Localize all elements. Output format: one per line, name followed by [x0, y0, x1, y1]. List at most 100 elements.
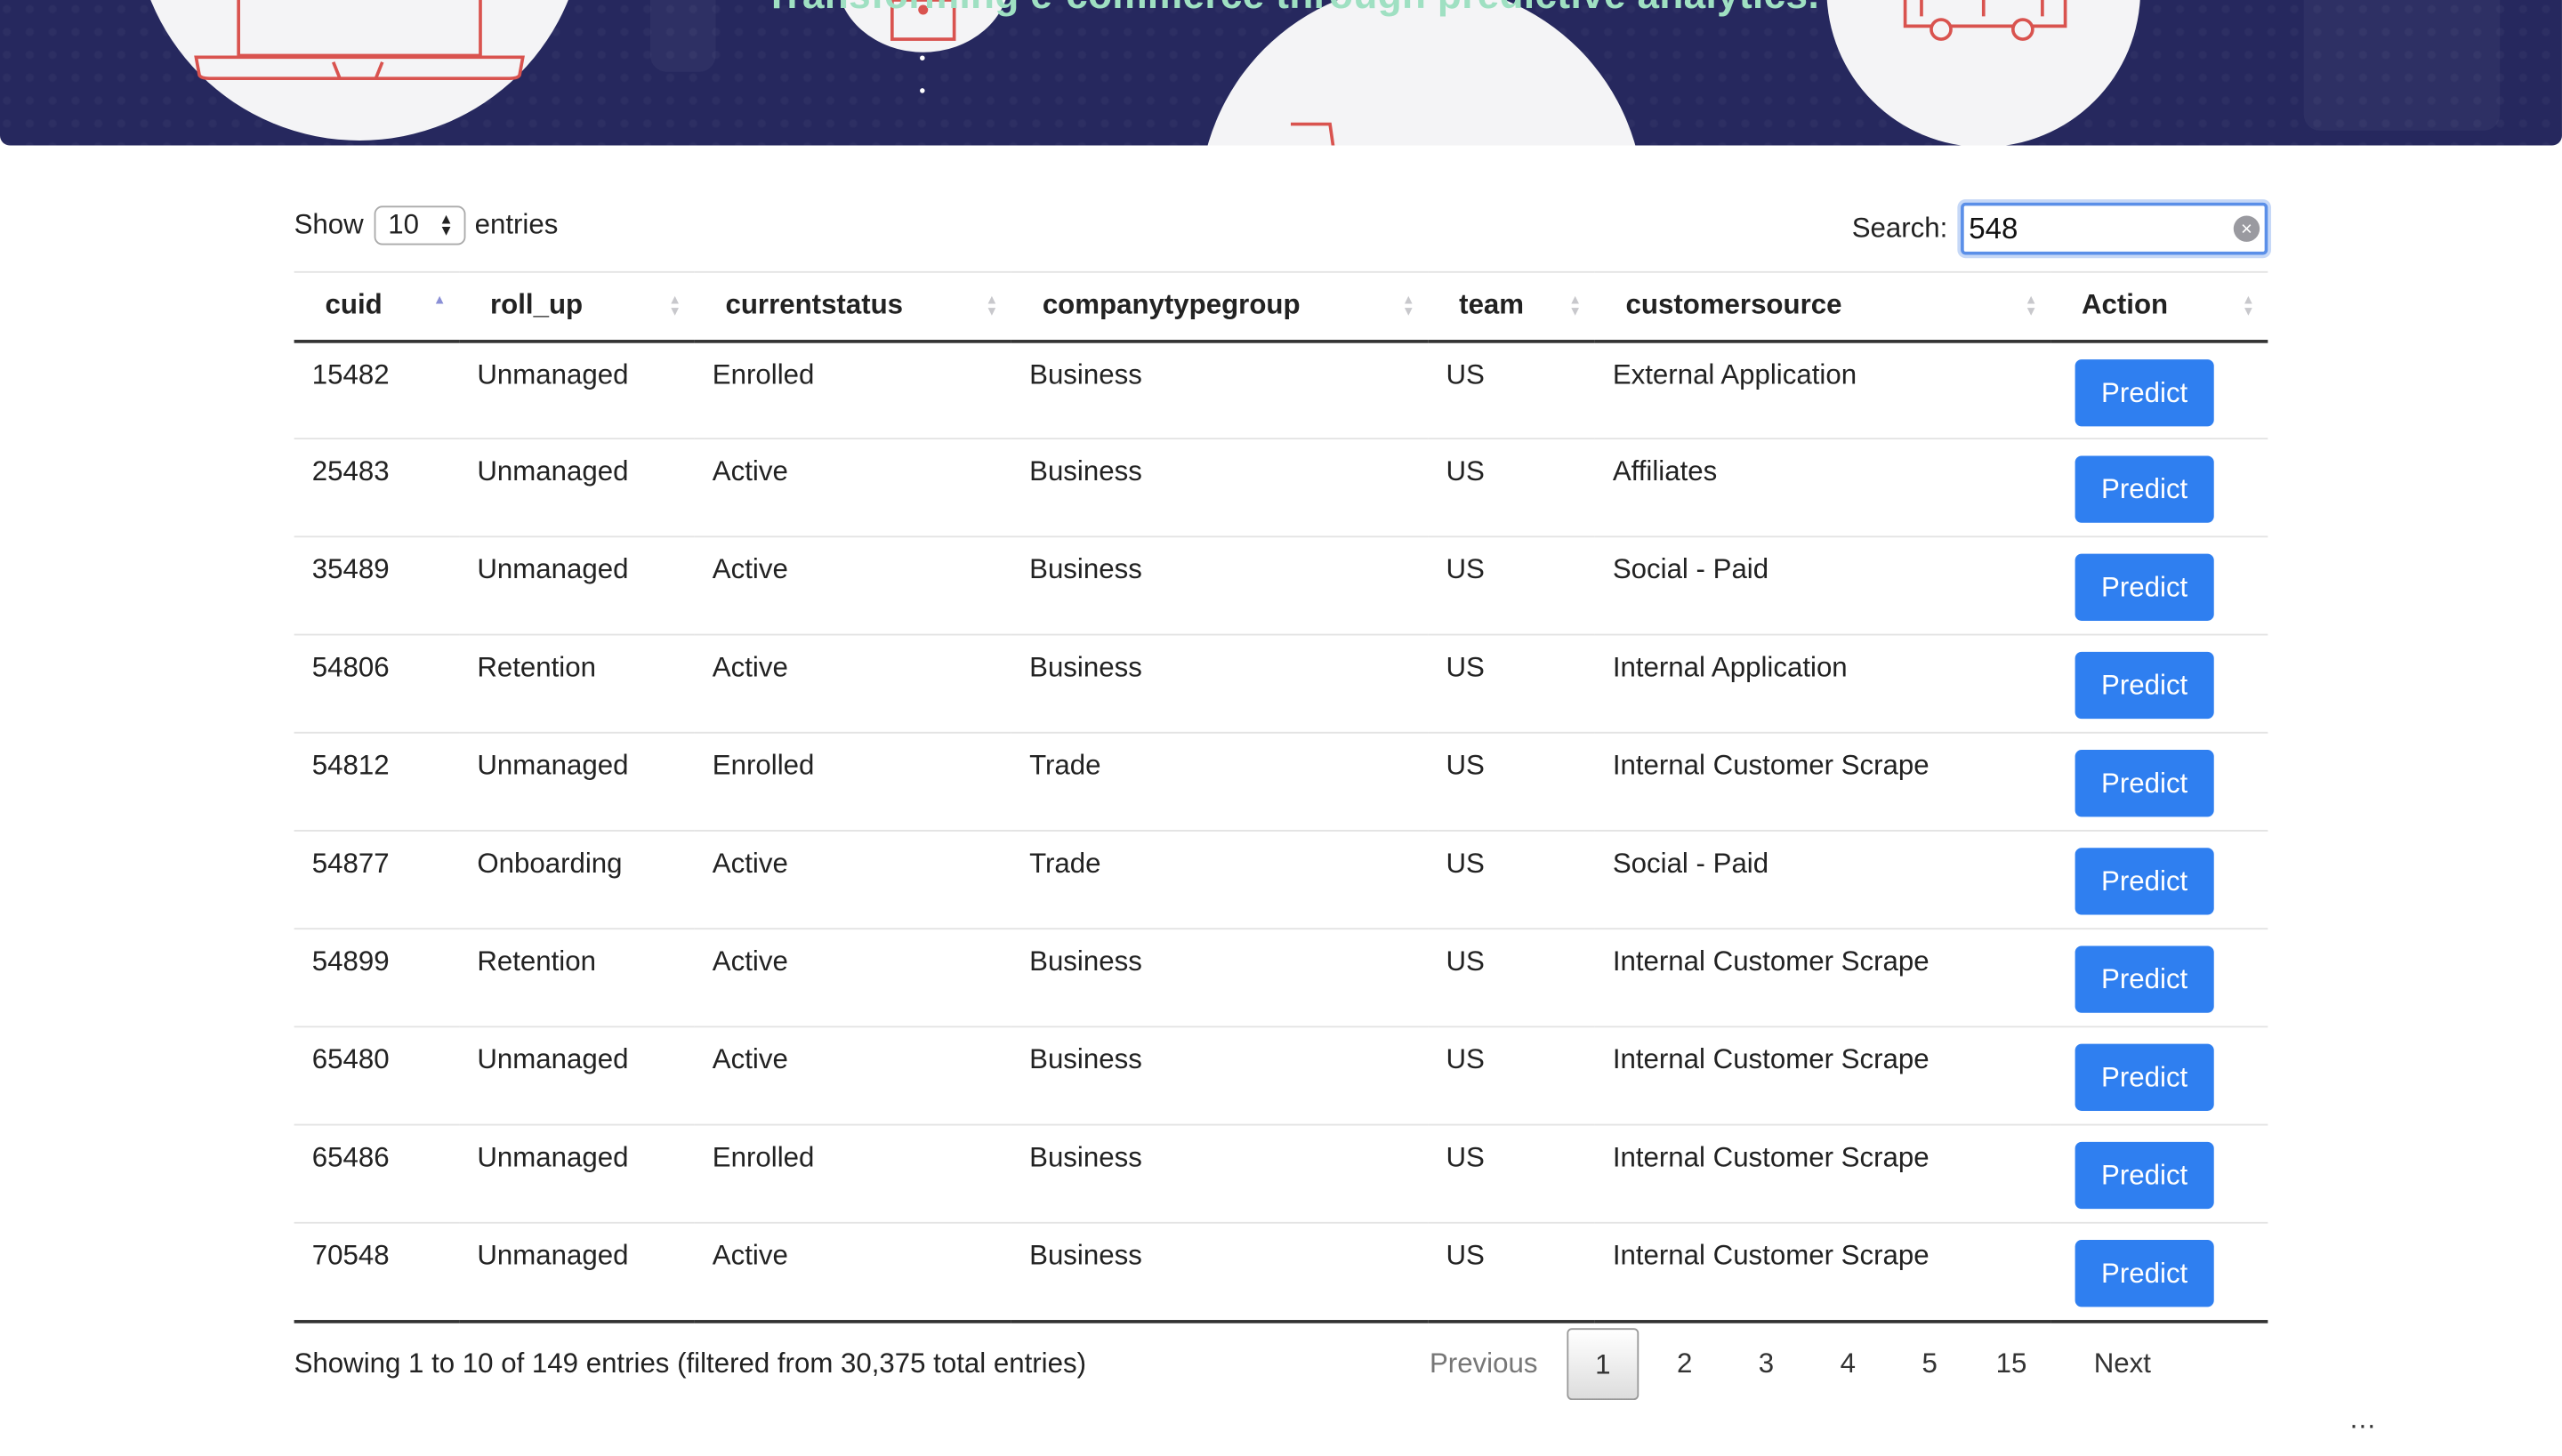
cell-action: Predict — [2050, 1124, 2268, 1224]
cell-customersource: Internal Customer Scrape — [1594, 1026, 2051, 1126]
sort-icon: ▲▼ — [985, 292, 999, 319]
column-header-cuid[interactable]: cuid ▲▼ — [294, 270, 460, 342]
cell-companytypegroup: Business — [1011, 438, 1429, 538]
page-button-current[interactable]: 1 — [1567, 1328, 1640, 1401]
predict-button[interactable]: Predict — [2075, 358, 2214, 426]
sort-icon: ▲▼ — [432, 292, 447, 308]
cell-currentstatus: Enrolled — [694, 340, 1011, 440]
cell-action: Predict — [2050, 536, 2268, 636]
cell-roll_up: Unmanaged — [459, 340, 695, 440]
pagination: Previous 1 2 3 4 5 … 15 Next — [1406, 1328, 2376, 1435]
cell-roll_up: Retention — [459, 634, 695, 734]
cell-action: Predict — [2050, 929, 2268, 1028]
predict-button[interactable]: Predict — [2075, 553, 2214, 621]
page-length-control: Show 10 ▲ ▼ entries — [294, 205, 559, 245]
cell-team: US — [1428, 438, 1595, 538]
cell-currentstatus: Active — [694, 1222, 1011, 1323]
column-header-team[interactable]: team ▲ ▼ — [1428, 270, 1595, 342]
predict-button[interactable]: Predict — [2075, 945, 2214, 1013]
banner-decor — [650, 0, 716, 72]
table-row: 65480 Unmanaged Active Business US Internal C… — [294, 1026, 2268, 1126]
search-box: × — [1961, 202, 2268, 255]
cell-customersource: Affiliates — [1594, 438, 2051, 538]
cell-team: US — [1428, 1222, 1595, 1323]
table-row: 15482 Unmanaged Enrolled Business US External… — [294, 340, 2268, 440]
cell-customersource: Internal Customer Scrape — [1594, 1124, 2051, 1224]
column-header-customersource[interactable]: customersource ▲ ▼ — [1594, 270, 2051, 342]
table-row: 54877 Onboarding Active Trade US Social - Pai… — [294, 830, 2268, 930]
cell-cuid: 65486 — [294, 1124, 460, 1224]
entries-label: entries — [474, 209, 559, 240]
cell-cuid: 54812 — [294, 732, 460, 832]
column-header-companytypegroup[interactable]: companytypegroup ▲ ▼ — [1011, 270, 1429, 342]
cell-roll_up: Unmanaged — [459, 732, 695, 832]
cell-currentstatus: Active — [694, 830, 1011, 930]
page-button[interactable]: 3 — [1726, 1328, 1808, 1400]
predict-button[interactable]: Predict — [2075, 455, 2214, 523]
cell-currentstatus: Active — [694, 634, 1011, 734]
laptop-icon — [194, 0, 525, 80]
hero-banner: Transforming e-commerce through predicti… — [0, 0, 2562, 146]
table-row: 54812 Unmanaged Enrolled Trade US Internal Cu… — [294, 732, 2268, 832]
cell-cuid: 15482 — [294, 340, 460, 440]
search-input[interactable] — [1969, 211, 2214, 246]
predict-button[interactable]: Predict — [2075, 1141, 2214, 1210]
cell-team: US — [1428, 1026, 1595, 1126]
cell-cuid: 54899 — [294, 929, 460, 1028]
cell-team: US — [1428, 830, 1595, 930]
cell-action: Predict — [2050, 634, 2268, 734]
delivery-truck-icon — [1903, 0, 2067, 41]
truck-illustration — [1826, 0, 2141, 146]
predict-button[interactable]: Predict — [2075, 1240, 2214, 1307]
table-row: 35489 Unmanaged Active Business US Social - P… — [294, 536, 2268, 636]
cell-customersource: Internal Application — [1594, 634, 2051, 734]
predict-button[interactable]: Predict — [2075, 750, 2214, 817]
previous-page-button[interactable]: Previous — [1406, 1328, 1562, 1400]
cell-companytypegroup: Business — [1011, 929, 1429, 1028]
table-search: Search: × — [1851, 202, 2268, 255]
clear-search-icon[interactable]: × — [2233, 215, 2260, 242]
predict-button[interactable]: Predict — [2075, 1043, 2214, 1111]
column-header-label: roll_up — [490, 289, 584, 321]
cell-cuid: 25483 — [294, 438, 460, 538]
cell-currentstatus: Active — [694, 536, 1011, 636]
page-length-select[interactable]: 10 ▲ ▼ — [373, 205, 465, 245]
predict-button[interactable]: Predict — [2075, 848, 2214, 915]
cell-cuid: 54877 — [294, 830, 460, 930]
next-page-button[interactable]: Next — [2052, 1328, 2193, 1400]
page-button[interactable]: 4 — [1807, 1328, 1889, 1400]
predict-button[interactable]: Predict — [2075, 651, 2214, 720]
cell-currentstatus: Active — [694, 1026, 1011, 1126]
cell-team: US — [1428, 536, 1595, 636]
cell-roll_up: Unmanaged — [459, 438, 695, 538]
cell-companytypegroup: Trade — [1011, 732, 1429, 832]
sort-icon: ▲▼ — [2024, 292, 2038, 319]
page-button[interactable]: 15 — [1970, 1328, 2052, 1400]
column-header-label: Action — [2081, 289, 2169, 321]
cell-action: Predict — [2050, 1026, 2268, 1126]
column-header-currentstatus[interactable]: currentstatus ▲ ▼ — [694, 270, 1011, 342]
column-header-label: customersource — [1625, 289, 1842, 321]
banner-decor — [2303, 0, 2501, 131]
select-arrows-icon: ▲ ▼ — [439, 210, 454, 239]
column-header-label: team — [1459, 289, 1525, 321]
cell-action: Predict — [2050, 340, 2268, 440]
cell-companytypegroup: Business — [1011, 1026, 1429, 1126]
page-button[interactable]: 2 — [1644, 1328, 1726, 1400]
search-label: Search: — [1851, 212, 1948, 244]
column-header-label: currentstatus — [725, 289, 904, 321]
cell-cuid: 35489 — [294, 536, 460, 636]
sort-icon: ▲▼ — [668, 292, 681, 319]
cell-roll_up: Onboarding — [459, 830, 695, 930]
column-header-action[interactable]: Action ▲ ▼ — [2050, 270, 2268, 342]
cell-customersource: Social - Paid — [1594, 536, 2051, 636]
page-button[interactable]: 5 — [1889, 1328, 1970, 1400]
table-row: 54899 Retention Active Business US Internal C… — [294, 929, 2268, 1028]
sort-icon: ▲▼ — [1402, 292, 1415, 319]
column-header-roll_up[interactable]: roll_up ▲ ▼ — [459, 270, 695, 342]
table-row: 54806 Retention Active Business US Internal A… — [294, 634, 2268, 734]
cell-cuid: 65480 — [294, 1026, 460, 1126]
cart-icon — [1290, 122, 1335, 146]
table-info: Showing 1 to 10 of 149 entries (filtered… — [294, 1347, 1087, 1380]
cell-roll_up: Retention — [459, 929, 695, 1028]
